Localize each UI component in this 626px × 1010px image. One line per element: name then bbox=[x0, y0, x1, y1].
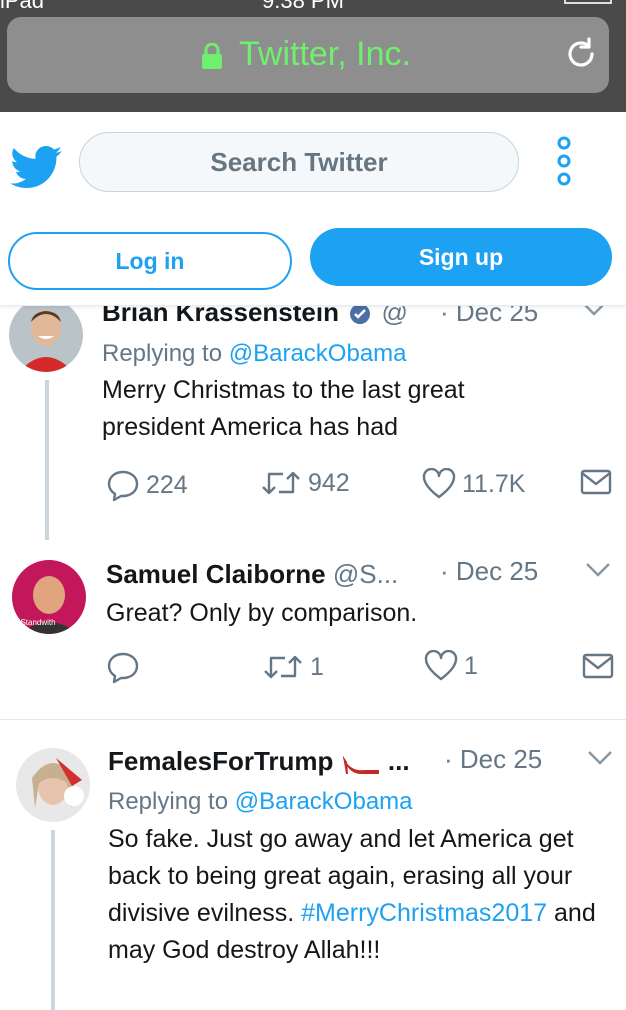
search-input[interactable]: Search Twitter bbox=[79, 132, 519, 192]
author-name[interactable]: FemalesForTrump bbox=[108, 746, 333, 776]
high-heel-icon bbox=[342, 756, 379, 775]
twitter-bird-icon[interactable] bbox=[10, 146, 62, 188]
tweet-date[interactable]: · Dec 25 bbox=[444, 744, 542, 775]
signup-button[interactable]: Sign up bbox=[310, 228, 612, 286]
twitter-header: Search Twitter Log in Sign up bbox=[0, 112, 626, 306]
replying-to: Replying to @BarackObama bbox=[108, 788, 413, 816]
tweet-header: FemalesForTrump ... bbox=[108, 746, 410, 777]
more-options-icon[interactable] bbox=[550, 134, 578, 188]
replying-prefix: Replying to bbox=[108, 788, 229, 815]
chevron-down-icon[interactable] bbox=[587, 750, 613, 766]
avatar[interactable] bbox=[16, 748, 90, 822]
mention-link[interactable]: @BarackObama bbox=[235, 788, 413, 815]
tweet-text: So fake. Just go away and let America ge… bbox=[108, 821, 608, 969]
login-button[interactable]: Log in bbox=[8, 232, 292, 290]
thread-line bbox=[51, 830, 55, 1010]
author-name-ellipsis: ... bbox=[387, 746, 410, 776]
hashtag-link[interactable]: #MerryChristmas2017 bbox=[301, 899, 547, 927]
